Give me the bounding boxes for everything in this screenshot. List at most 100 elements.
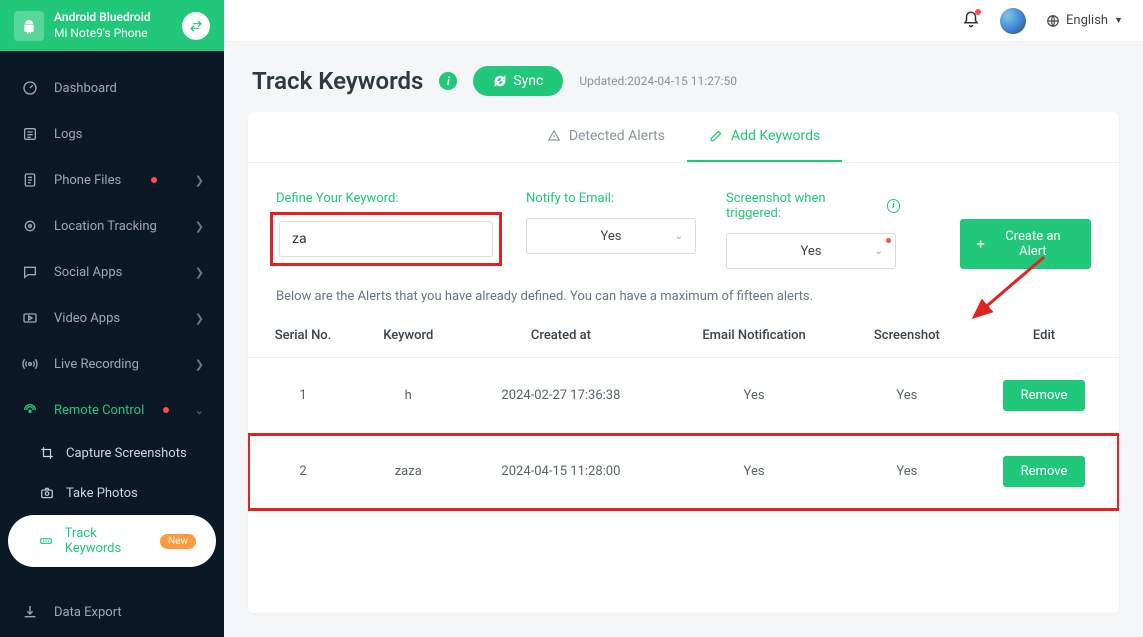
col-edit: Edit (969, 314, 1119, 358)
nav-label: Video Apps (54, 311, 120, 326)
language-selector[interactable]: English ▼ (1046, 13, 1123, 28)
screenshot-select[interactable]: Yes ⌄ (726, 233, 896, 269)
create-label: Create an Alert (991, 229, 1075, 259)
nav-label: Social Apps (54, 265, 122, 280)
nav-label: Data Export (54, 605, 122, 620)
alert-icon (547, 129, 561, 143)
video-icon (20, 308, 40, 328)
cell-created: 2024-04-15 11:28:00 (458, 434, 663, 510)
remove-button[interactable]: Remove (1003, 380, 1086, 411)
col-keyword: Keyword (358, 314, 458, 358)
nav-sub-keywords[interactable]: Track Keywords New (8, 515, 216, 567)
sidebar: Android Bluedroid Mi Note9's Phone Dashb… (0, 0, 224, 637)
cell-created: 2024-02-27 17:36:38 (458, 358, 663, 434)
globe-icon (1046, 14, 1060, 28)
crop-icon (38, 444, 56, 462)
device-name: Android Bluedroid (54, 10, 182, 26)
edit-icon (709, 129, 723, 143)
avatar[interactable] (1000, 8, 1026, 34)
cell-screenshot: Yes (845, 434, 969, 510)
chevron-down-icon: ⌄ (675, 231, 683, 242)
list-icon (20, 124, 40, 144)
tab-add[interactable]: Add Keywords (687, 112, 842, 162)
col-serial: Serial No. (248, 314, 358, 358)
col-email: Email Notification (663, 314, 844, 358)
nav-sub-photos[interactable]: Take Photos (0, 473, 224, 513)
refresh-icon (493, 74, 507, 88)
nav-dashboard[interactable]: Dashboard (0, 65, 224, 111)
keyword-input[interactable] (279, 221, 493, 257)
info-icon[interactable]: i (887, 199, 901, 213)
remove-button[interactable]: Remove (1003, 456, 1086, 487)
define-label: Define Your Keyword: (276, 191, 496, 206)
nav: Dashboard Logs Phone Files ❯ Location Tr… (0, 51, 224, 637)
nav-logs[interactable]: Logs (0, 111, 224, 157)
nav-social[interactable]: Social Apps ❯ (0, 249, 224, 295)
alert-dot (163, 407, 169, 413)
table-row: 1 h 2024-02-27 17:36:38 Yes Yes Remove (248, 358, 1119, 434)
nav-label: Dashboard (54, 81, 117, 96)
caret-down-icon: ▼ (1114, 15, 1123, 26)
screenshot-col: Screenshot when triggered: i Yes ⌄ (726, 191, 900, 269)
sync-label: Sync (513, 73, 543, 89)
tab-label: Add Keywords (731, 128, 820, 144)
tabs: Detected Alerts Add Keywords (248, 112, 1119, 163)
chevron-right-icon: ❯ (195, 174, 204, 187)
export-icon (20, 602, 40, 622)
notification-dot (975, 9, 981, 15)
tab-label: Detected Alerts (569, 128, 665, 144)
chat-icon (20, 262, 40, 282)
nav-label: Phone Files (54, 173, 121, 188)
nav-remote[interactable]: Remote Control ⌄ (0, 387, 224, 433)
page-header: Track Keywords i Sync Updated:2024-04-15… (224, 42, 1143, 112)
nav-label: Remote Control (54, 403, 144, 418)
notify-value: Yes (601, 229, 622, 244)
chevron-down-icon: ⌄ (875, 246, 883, 257)
nav-live[interactable]: Live Recording ❯ (0, 341, 224, 387)
chevron-right-icon: ❯ (195, 312, 204, 325)
content-card: Detected Alerts Add Keywords Define Your… (248, 112, 1119, 613)
notify-label: Notify to Email: (526, 191, 696, 206)
file-icon (20, 170, 40, 190)
swap-icon[interactable] (182, 12, 210, 40)
remote-icon (20, 400, 40, 420)
info-icon[interactable]: i (439, 72, 457, 90)
gauge-icon (20, 78, 40, 98)
nav-export[interactable]: Data Export (0, 589, 224, 635)
sync-button[interactable]: Sync (473, 66, 563, 96)
cell-serial: 1 (248, 358, 358, 434)
device-sub: Mi Note9's Phone (54, 26, 182, 42)
create-alert-button[interactable]: + Create an Alert (960, 219, 1091, 269)
alert-dot (886, 238, 891, 243)
col-created: Created at (458, 314, 663, 358)
chevron-right-icon: ❯ (195, 220, 204, 233)
device-header[interactable]: Android Bluedroid Mi Note9's Phone (0, 0, 224, 51)
target-icon (20, 216, 40, 236)
nav-phone-files[interactable]: Phone Files ❯ (0, 157, 224, 203)
cell-keyword: h (358, 358, 458, 434)
nav-video[interactable]: Video Apps ❯ (0, 295, 224, 341)
keyword-highlight-box (270, 212, 502, 266)
main: English ▼ Track Keywords i Sync Updated:… (224, 0, 1143, 637)
col-screenshot: Screenshot (845, 314, 969, 358)
tab-detected[interactable]: Detected Alerts (525, 112, 687, 162)
cell-email: Yes (663, 434, 844, 510)
updated-text: Updated:2024-04-15 11:27:50 (579, 74, 737, 88)
chevron-down-icon: ⌄ (195, 404, 204, 417)
plus-icon: + (976, 237, 985, 252)
notify-col: Notify to Email: Yes ⌄ (526, 191, 696, 254)
nav-label: Location Tracking (54, 219, 157, 234)
new-badge: New (160, 534, 196, 549)
broadcast-icon (20, 354, 40, 374)
nav-sub-label: Take Photos (66, 486, 138, 501)
nav-label: Live Recording (54, 357, 139, 372)
nav-location[interactable]: Location Tracking ❯ (0, 203, 224, 249)
notify-select[interactable]: Yes ⌄ (526, 218, 696, 254)
hint-text: Below are the Alerts that you have alrea… (248, 289, 1119, 314)
form-row: Define Your Keyword: Notify to Email: Ye… (248, 163, 1119, 289)
alerts-table: Serial No. Keyword Created at Email Noti… (248, 314, 1119, 510)
notifications-button[interactable] (962, 10, 980, 32)
nav-sub-capture[interactable]: Capture Screenshots (0, 433, 224, 473)
language-label: English (1066, 13, 1108, 28)
page-title: Track Keywords (252, 67, 423, 95)
